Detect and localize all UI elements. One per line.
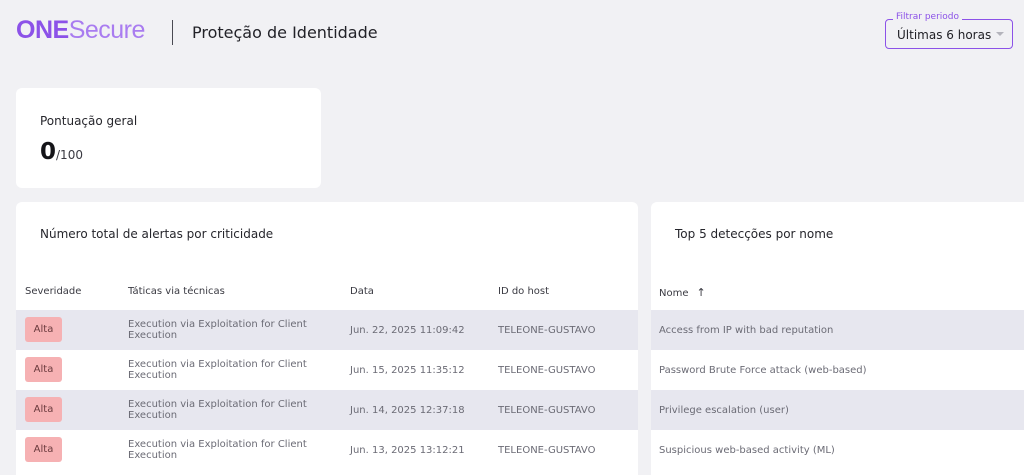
score-max: /100 (56, 148, 83, 162)
overall-score-value: 0/100 (40, 139, 83, 165)
column-header-host-id[interactable]: ID do host (498, 286, 549, 297)
arrow-up-icon[interactable]: ↑ (697, 286, 706, 299)
date-cell: Jun. 15, 2025 11:35:12 (350, 365, 465, 376)
alerts-by-criticality-card: Número total de alertas por criticidade … (16, 202, 638, 475)
tactic-line-2: Execution (128, 450, 178, 461)
severity-badge: Alta (25, 397, 62, 422)
tactic-line-1: Execution via Exploitation for Client (128, 439, 307, 450)
host-cell: TELEONE-GUSTAVO (498, 445, 596, 456)
column-header-name[interactable]: Nome ↑ (659, 286, 706, 299)
tactic-line-1: Execution via Exploitation for Client (128, 399, 307, 410)
date-cell: Jun. 22, 2025 11:09:42 (350, 325, 465, 336)
date-cell: Jun. 14, 2025 12:37:18 (350, 405, 465, 416)
period-filter-select[interactable]: Filtrar periodo Últimas 6 horas (885, 12, 1013, 49)
column-header-severity[interactable]: Severidade (25, 286, 81, 297)
score-number: 0 (40, 139, 57, 165)
date-cell: Jun. 13, 2025 13:12:21 (350, 445, 465, 456)
table-row[interactable]: Alta Execution via Exploitation for Clie… (16, 310, 638, 350)
app-header: ONESecure Proteção de Identidade Filtrar… (0, 0, 1024, 66)
severity-badge: Alta (25, 317, 62, 342)
tactic-line-2: Execution (128, 370, 178, 381)
column-header-name-label: Nome (659, 288, 689, 299)
host-cell: TELEONE-GUSTAVO (498, 325, 596, 336)
tactic-cell: Execution via Exploitation for Client Ex… (128, 359, 307, 381)
period-filter-label: Filtrar periodo (893, 12, 963, 22)
severity-badge: Alta (25, 437, 62, 462)
page-title: Proteção de Identidade (192, 23, 378, 42)
tactic-cell: Execution via Exploitation for Client Ex… (128, 439, 307, 461)
detection-name: Suspicious web-based activity (ML) (659, 445, 835, 456)
chevron-down-icon[interactable] (996, 32, 1004, 36)
detection-name: Password Brute Force attack (web-based) (659, 365, 867, 376)
tactic-line-2: Execution (128, 410, 178, 421)
overall-score-label: Pontuação geral (40, 114, 138, 128)
detection-name: Privilege escalation (user) (659, 405, 789, 416)
severity-badge: Alta (25, 357, 62, 382)
alerts-card-title: Número total de alertas por criticidade (40, 227, 274, 241)
list-item[interactable]: Password Brute Force attack (web-based) (651, 350, 1024, 390)
logo-one: ONE (16, 16, 69, 44)
top5-card-title: Top 5 detecções por nome (675, 227, 834, 241)
host-cell: TELEONE-GUSTAVO (498, 365, 596, 376)
list-item[interactable]: Privilege escalation (user) (651, 390, 1024, 430)
list-item[interactable]: Suspicious web-based activity (ML) (651, 430, 1024, 470)
header-divider (172, 20, 173, 45)
tactic-cell: Execution via Exploitation for Client Ex… (128, 399, 307, 421)
overall-score-card: Pontuação geral 0/100 (16, 88, 321, 188)
table-row[interactable]: Alta Execution via Exploitation for Clie… (16, 430, 638, 470)
logo-secure: Secure (68, 16, 146, 44)
onesecure-logo[interactable]: ONESecure (16, 16, 145, 45)
host-cell: TELEONE-GUSTAVO (498, 405, 596, 416)
column-header-tactics[interactable]: Táticas via técnicas (128, 286, 225, 297)
table-row[interactable]: Alta Execution via Exploitation for Clie… (16, 350, 638, 390)
tactic-line-1: Execution via Exploitation for Client (128, 319, 307, 330)
tactic-line-2: Execution (128, 330, 178, 341)
tactic-line-1: Execution via Exploitation for Client (128, 359, 307, 370)
tactic-cell: Execution via Exploitation for Client Ex… (128, 319, 307, 341)
period-filter-value: Últimas 6 horas (897, 28, 992, 42)
top5-detections-card: Top 5 detecções por nome Nome ↑ Access fr… (651, 202, 1024, 475)
table-row[interactable]: Alta Execution via Exploitation for Clie… (16, 390, 638, 430)
column-header-date[interactable]: Data (350, 286, 374, 297)
detection-name: Access from IP with bad reputation (659, 325, 834, 336)
list-item[interactable]: Access from IP with bad reputation (651, 310, 1024, 350)
